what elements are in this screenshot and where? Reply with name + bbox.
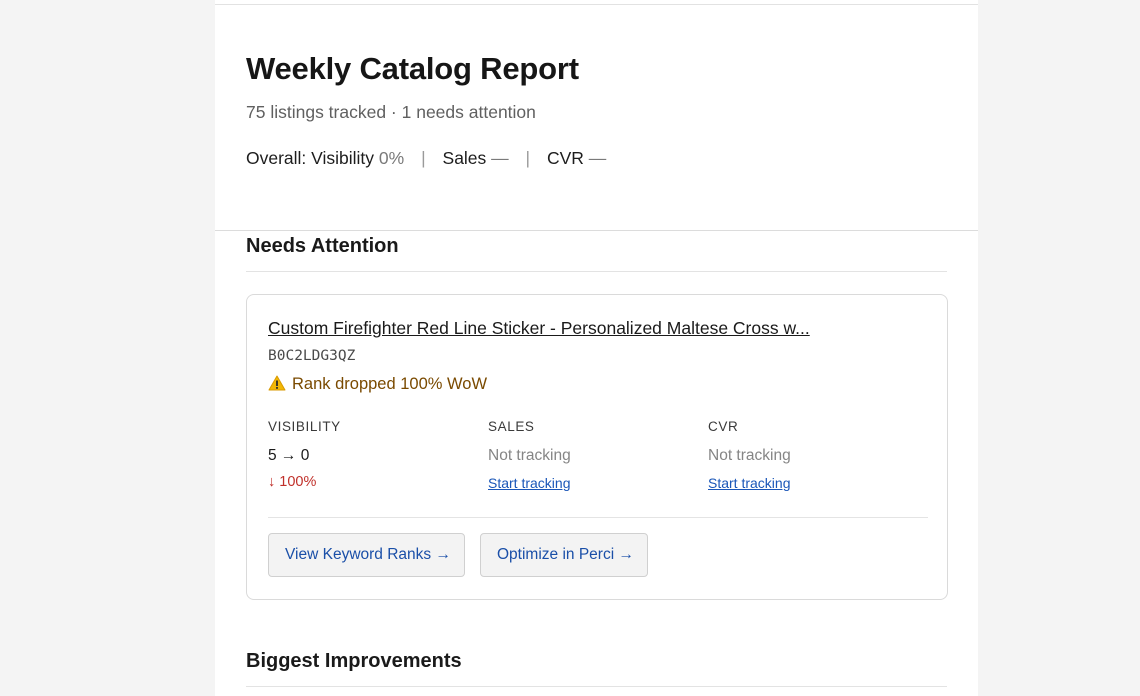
overall-metrics: Overall: Visibility 0% | Sales — | CVR —	[246, 148, 606, 169]
visibility-delta: ↓ 100%	[268, 474, 317, 490]
warning-icon	[268, 375, 286, 391]
report-header: Weekly Catalog Report 75 listings tracke…	[246, 51, 606, 169]
report-page: Weekly Catalog Report 75 listings tracke…	[215, 0, 978, 696]
heading-divider	[246, 686, 947, 687]
cvr-metric: CVR Not tracking Start tracking	[708, 419, 791, 491]
heading-divider	[246, 271, 947, 272]
overall-visibility-value: 0%	[378, 148, 405, 168]
overall-cvr-value: —	[588, 148, 607, 168]
metric-separator: |	[421, 148, 426, 168]
sales-start-tracking-link[interactable]: Start tracking	[488, 475, 571, 491]
rank-warning-text: Rank dropped 100% WoW	[292, 375, 488, 393]
overall-visibility-label: Overall: Visibility	[246, 148, 375, 168]
view-keyword-ranks-button[interactable]: View Keyword Ranks →	[268, 533, 465, 577]
top-divider	[215, 4, 978, 5]
listing-asin: B0C2LDG3QZ	[268, 348, 356, 364]
metric-separator: |	[525, 148, 531, 168]
page-title: Weekly Catalog Report	[246, 51, 579, 86]
overall-cvr-label: CVR	[546, 148, 584, 168]
sales-metric: SALES Not tracking Start tracking	[488, 419, 571, 491]
overall-sales-value: —	[491, 148, 509, 168]
sales-label: SALES	[488, 419, 535, 434]
needs-attention-heading: Needs Attention	[246, 235, 399, 257]
biggest-improvements-heading: Biggest Improvements	[246, 650, 462, 672]
cvr-start-tracking-link[interactable]: Start tracking	[708, 475, 791, 491]
rank-warning: Rank dropped 100% WoW	[268, 375, 487, 394]
optimize-in-perci-button[interactable]: Optimize in Perci →	[480, 533, 648, 577]
card-divider	[268, 517, 928, 518]
visibility-value: 5 → 0	[268, 447, 310, 464]
visibility-metric: VISIBILITY 5 → 0 ↓ 100%	[268, 419, 341, 490]
listing-card: Custom Firefighter Red Line Sticker - Pe…	[246, 294, 948, 600]
cvr-value: Not tracking	[708, 447, 791, 464]
listing-title-link[interactable]: Custom Firefighter Red Line Sticker - Pe…	[268, 318, 810, 339]
cvr-label: CVR	[708, 419, 739, 434]
sales-value: Not tracking	[488, 447, 571, 464]
section-divider	[215, 230, 978, 231]
visibility-label: VISIBILITY	[268, 419, 341, 434]
overall-sales-label: Sales	[442, 148, 487, 168]
report-summary: 75 listings tracked · 1 needs attention	[246, 102, 536, 122]
